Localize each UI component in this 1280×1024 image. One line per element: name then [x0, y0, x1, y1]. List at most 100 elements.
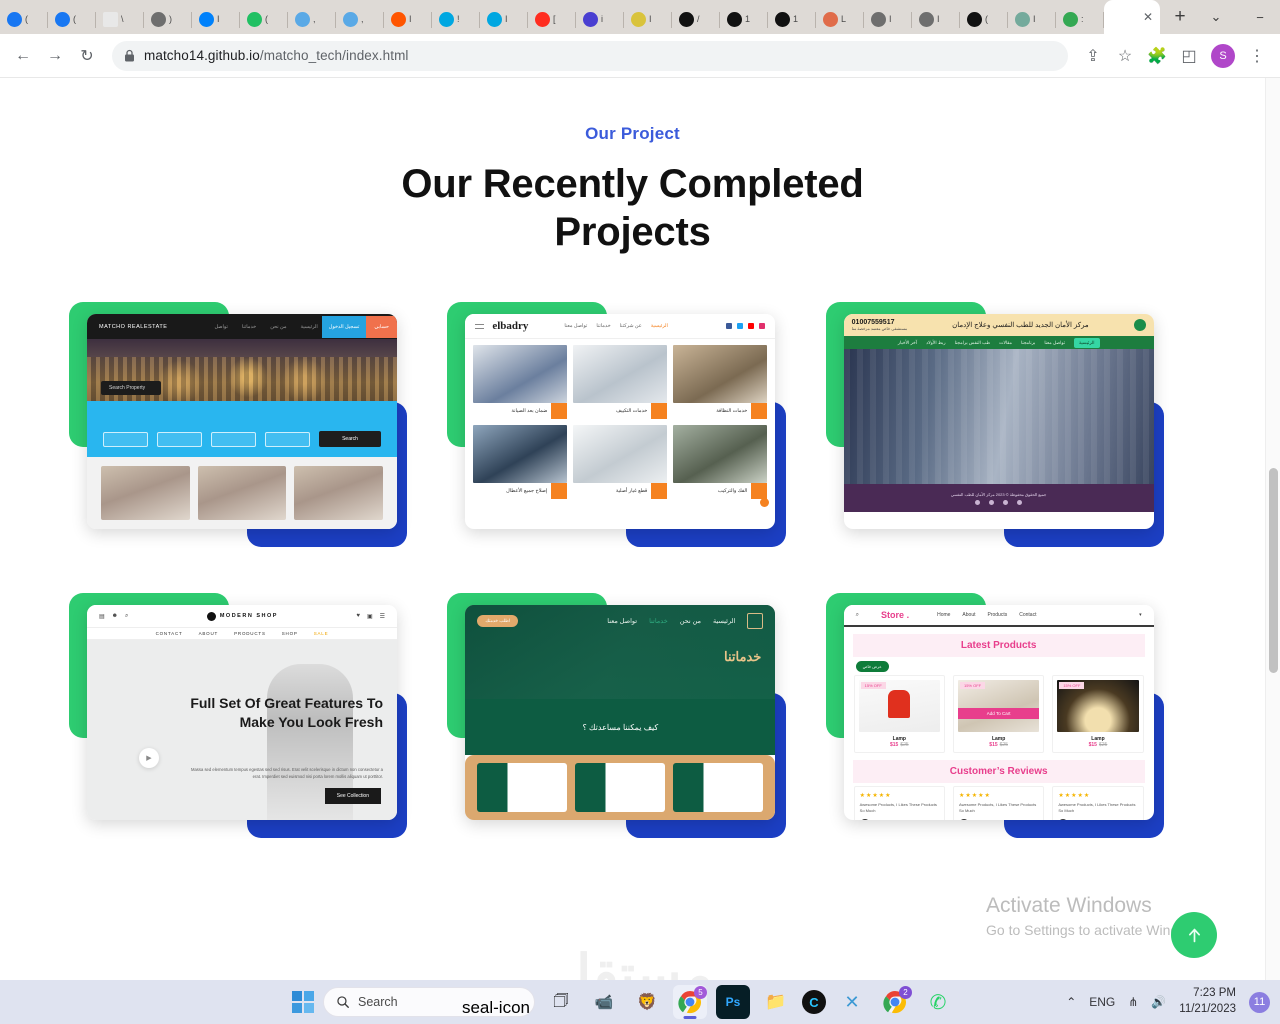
play-icon[interactable]: ▶ — [139, 748, 159, 768]
filter-field[interactable] — [211, 432, 256, 447]
browser-tab[interactable]: I — [624, 4, 672, 34]
browser-tab[interactable]: I — [1008, 4, 1056, 34]
browser-tab[interactable]: I — [912, 4, 960, 34]
site-navbar: elbadry الرئيسية عن شركتنا خدماتنا تواصل… — [465, 314, 776, 339]
filter-field[interactable] — [265, 432, 310, 447]
close-tab-icon[interactable]: ✕ — [1143, 10, 1156, 24]
browser-tab[interactable]: ( — [48, 4, 96, 34]
browser-tab[interactable]: [ — [528, 4, 576, 34]
browser-tab[interactable]: I — [384, 4, 432, 34]
share-icon[interactable]: ⇪ — [1078, 41, 1108, 71]
twitter-icon[interactable] — [737, 323, 744, 329]
account-button[interactable]: حسابي — [366, 315, 397, 338]
chrome-browser-icon-2[interactable]: 2 — [878, 985, 912, 1019]
whatsapp-icon[interactable]: ✆ — [921, 985, 955, 1019]
browser-tab[interactable]: I — [192, 4, 240, 34]
avatar[interactable]: S — [1211, 43, 1235, 68]
browser-tab[interactable]: ) — [144, 4, 192, 34]
back-button[interactable]: ← — [8, 41, 38, 71]
chevron-down-icon[interactable]: ▾ — [1139, 612, 1142, 618]
browser-tab[interactable]: I — [480, 4, 528, 34]
search-input[interactable]: Search seal-icon — [323, 987, 535, 1017]
browser-tab[interactable]: i — [576, 4, 624, 34]
windows-start-icon[interactable] — [292, 991, 314, 1013]
see-collection-button[interactable]: See Collection — [324, 788, 381, 804]
cursor-app-icon[interactable]: C — [802, 990, 826, 1014]
project-card[interactable]: ⌕ Store . Home About Products Contact ▾ … — [822, 589, 1200, 844]
browser-tab[interactable]: ( — [240, 4, 288, 34]
browser-tab-label: [ — [553, 14, 556, 24]
youtube-icon[interactable] — [1003, 499, 1009, 505]
browser-tab[interactable]: / — [672, 4, 720, 34]
product-card[interactable]: 15% OFF Lamp $15 $25 — [1052, 675, 1144, 753]
browser-tab[interactable]: 1 — [720, 4, 768, 34]
browser-tab[interactable]: ( — [960, 4, 1008, 34]
instagram-icon[interactable] — [759, 323, 766, 329]
instagram-icon[interactable] — [975, 499, 981, 505]
browser-tab[interactable]: , — [336, 4, 384, 34]
browser-tab[interactable]: , — [288, 4, 336, 34]
project-card[interactable]: elbadry الرئيسية عن شركتنا خدماتنا تواصل… — [443, 298, 821, 553]
filter-field[interactable] — [103, 432, 148, 447]
reload-button[interactable]: ↻ — [72, 41, 102, 71]
menu-icon[interactable] — [475, 323, 485, 329]
grid-icon[interactable]: ▤ — [99, 613, 105, 620]
page-scrollbar[interactable] — [1265, 78, 1280, 980]
browser-tab[interactable]: ✕ — [1104, 0, 1160, 34]
cart-icon[interactable]: ▣ — [367, 613, 373, 620]
youtube-icon[interactable] — [748, 323, 755, 329]
scrollbar-thumb[interactable] — [1269, 468, 1278, 673]
user-icon[interactable]: ☻ — [112, 613, 118, 620]
project-card[interactable]: ▤ ☻ ⌕ MODERN SHOP ♥ ▣ ☰ CONTACT ABOUT PRODUC… — [65, 589, 443, 844]
browser-tab[interactable]: \ — [96, 4, 144, 34]
browser-tab[interactable]: ( — [0, 4, 48, 34]
wifi-icon[interactable]: ⋔ — [1128, 995, 1138, 1009]
pagination-dot[interactable] — [760, 498, 770, 507]
project-card[interactable]: 01007559517 مستشفى خاص معتمد مرخصة منا م… — [822, 298, 1200, 553]
forward-button[interactable]: → — [40, 41, 70, 71]
minimize-button[interactable]: − — [1238, 0, 1280, 34]
zoom-icon[interactable]: 📹 — [587, 985, 621, 1019]
project-card[interactable]: MATCHO REALESTATE تواصل خدماتنا من نحن الرئ… — [65, 298, 443, 553]
puzzle-icon[interactable]: 🧩 — [1142, 41, 1172, 71]
new-tab-button[interactable]: + — [1166, 3, 1194, 31]
file-explorer-icon[interactable]: 🗇 — [544, 985, 578, 1019]
product-card[interactable]: 15% OFF Add To Cart Lamp $15 $25 — [952, 675, 1045, 753]
menu-icon[interactable]: ☰ — [380, 613, 385, 620]
browser-tab[interactable]: I — [864, 4, 912, 34]
language-indicator[interactable]: ENG — [1089, 995, 1115, 1009]
chrome-browser-icon[interactable]: 5 — [673, 985, 707, 1019]
clock[interactable]: 7:23 PM 11/21/2023 — [1179, 986, 1236, 1017]
project-card[interactable]: الرئيسية من نحن خدماتنا تواصل معنا اطلب … — [443, 589, 821, 844]
taskbar-items: Search seal-icon 🗇 📹 🦁 5 Ps 📁 C ✕ 2 ✆ — [292, 985, 955, 1019]
notification-count[interactable]: 11 — [1249, 991, 1270, 1013]
star-icon[interactable]: ☆ — [1110, 41, 1140, 71]
side-panel-icon[interactable]: ◰ — [1174, 41, 1204, 71]
search-button[interactable]: Search — [319, 431, 381, 447]
address-bar[interactable]: matcho14.github.io/matcho_tech/index.htm… — [112, 40, 1068, 71]
photoshop-icon[interactable]: Ps — [716, 985, 750, 1019]
tab-search-button[interactable]: ⌄ — [1194, 0, 1238, 34]
browser-tab[interactable]: L — [816, 4, 864, 34]
folder-icon[interactable]: 📁 — [759, 985, 793, 1019]
vscode-icon[interactable]: ✕ — [835, 985, 869, 1019]
browser-tab[interactable]: ! — [432, 4, 480, 34]
heart-icon[interactable]: ♥ — [356, 613, 360, 620]
facebook-icon[interactable] — [726, 323, 733, 329]
scroll-to-top-button[interactable] — [1171, 912, 1217, 958]
brave-browser-icon[interactable]: 🦁 — [630, 985, 664, 1019]
browser-tab[interactable]: 1 — [768, 4, 816, 34]
add-to-cart-button[interactable]: Add To Cart — [957, 708, 1040, 719]
twitter-icon[interactable] — [989, 499, 995, 505]
volume-icon[interactable]: 🔊 — [1151, 995, 1166, 1009]
chevron-up-icon[interactable]: ⌃ — [1066, 995, 1076, 1009]
request-service-button[interactable]: اطلب خدمتك — [477, 615, 519, 627]
facebook-icon[interactable] — [1017, 499, 1023, 505]
login-button[interactable]: تسجيل الدخول — [321, 315, 367, 338]
filter-field[interactable] — [157, 432, 202, 447]
search-property-input[interactable]: Search Property — [101, 381, 162, 395]
three-dot-menu-icon[interactable]: ⋮ — [1242, 41, 1272, 71]
search-icon[interactable]: ⌕ — [856, 612, 859, 619]
product-card[interactable]: 15% OFF Lamp $15 $25 — [853, 675, 945, 753]
browser-tab[interactable]: : — [1056, 4, 1104, 34]
